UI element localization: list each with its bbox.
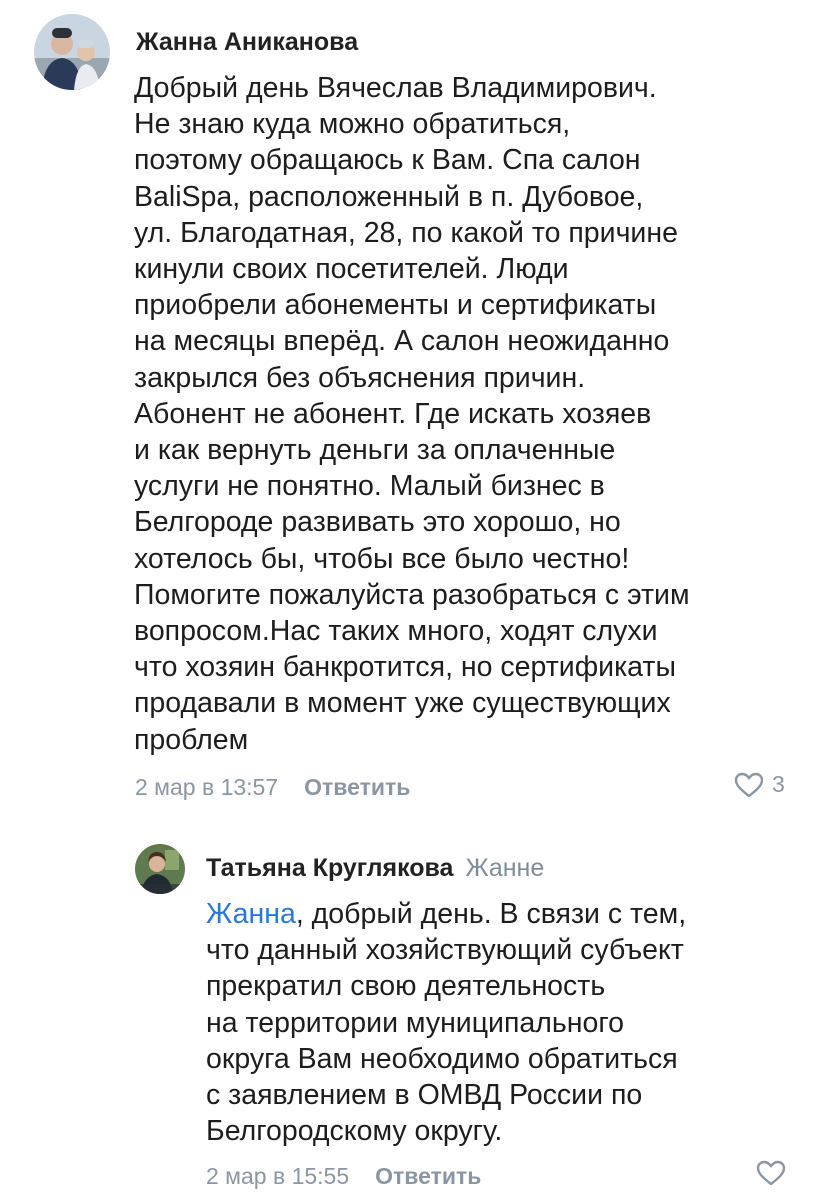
reply-text: Жанна, добрый день. В связи с тем, что д… — [206, 896, 806, 1149]
comment-aninkanova: Жанна Аниканова Добрый день Вячеслав Вла… — [0, 0, 822, 820]
reply-date[interactable]: 2 мар в 15:55 — [206, 1163, 349, 1189]
user-photo-icon — [34, 14, 110, 90]
reply-to-label[interactable]: Жанне — [465, 854, 544, 882]
like-count: 3 — [772, 771, 785, 797]
heart-outline-icon — [756, 1160, 786, 1186]
reply-meta: 2 мар в 15:55 Ответить — [206, 1163, 481, 1190]
like-button[interactable]: 3 — [734, 771, 785, 798]
user-photo-icon — [135, 844, 185, 894]
comment-meta: 2 мар в 13:57 Ответить — [135, 774, 410, 801]
like-button[interactable] — [756, 1160, 786, 1186]
comment-date[interactable]: 2 мар в 13:57 — [135, 774, 278, 800]
reply-button[interactable]: Ответить — [375, 1163, 481, 1189]
reply-author: Татьяна Круглякова Жанне — [206, 854, 544, 883]
reply-body: , добрый день. В связи с тем, что данный… — [206, 898, 687, 1148]
comment-text: Добрый день Вячеслав Владимирович. Не зн… — [134, 72, 690, 756]
reply-button[interactable]: Ответить — [304, 774, 410, 800]
reply-kruglyakova: Татьяна Круглякова Жанне Жанна, добрый де… — [0, 830, 822, 1200]
mention-link[interactable]: Жанна — [206, 898, 296, 930]
reply-author-name[interactable]: Татьяна Круглякова — [206, 854, 453, 882]
avatar[interactable] — [135, 844, 185, 894]
heart-outline-icon — [734, 772, 764, 797]
avatar[interactable] — [34, 14, 110, 90]
comment-author[interactable]: Жанна Аниканова — [136, 28, 358, 57]
